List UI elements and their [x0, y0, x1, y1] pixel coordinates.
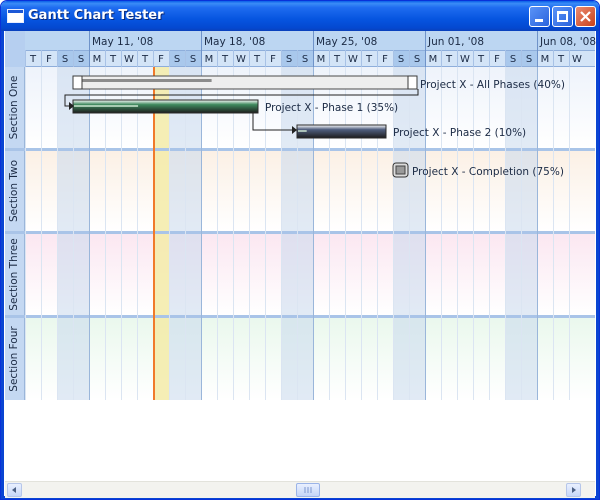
scrollbar-thumb[interactable]: [296, 483, 320, 497]
day-label: T: [445, 54, 453, 65]
week-label: Jun 08, '08: [539, 36, 596, 48]
day-label: M: [205, 54, 214, 65]
task-progress: [74, 105, 139, 107]
day-label: T: [557, 54, 565, 65]
summary-start-handle[interactable]: [72, 75, 83, 90]
section-label: Section Four: [8, 326, 20, 392]
day-label: W: [124, 54, 134, 65]
summary-end-handle[interactable]: [407, 75, 418, 90]
day-label: M: [317, 54, 326, 65]
summary-bar[interactable]: [72, 75, 418, 90]
day-label: S: [190, 54, 196, 65]
day-label: F: [46, 54, 52, 65]
week-label: May 25, '08: [316, 36, 377, 48]
day-label: S: [174, 54, 180, 65]
day-label: F: [158, 54, 164, 65]
day-label: F: [382, 54, 388, 65]
day-label: F: [270, 54, 276, 65]
header-corner: [5, 31, 25, 67]
day-label: S: [286, 54, 292, 65]
week-label: May 18, '08: [204, 36, 265, 48]
milestone-inner: [395, 165, 406, 175]
day-label: S: [526, 54, 532, 65]
task-progress: [298, 130, 307, 132]
app-window: Gantt Chart Tester TFSSMTWTFSSMTWTFSSMTW…: [0, 0, 600, 500]
task-label: Project X - Phase 1 (35%): [265, 102, 398, 114]
section-divider: [5, 231, 595, 234]
milestone-label: Project X - Completion (75%): [412, 166, 564, 178]
day-label: T: [333, 54, 341, 65]
summary-task-label: Project X - All Phases (40%): [420, 79, 565, 91]
scroll-left-button[interactable]: [7, 483, 22, 497]
section-label: Section Two: [8, 160, 20, 222]
scroll-left-icon: [12, 487, 16, 493]
grip-icon: [304, 487, 312, 493]
day-label: S: [398, 54, 404, 65]
day-label: T: [477, 54, 485, 65]
week-label: Jun 01, '08: [427, 36, 484, 48]
summary-progress: [78, 79, 212, 82]
day-label: M: [541, 54, 550, 65]
day-label: W: [348, 54, 358, 65]
section-divider: [5, 148, 595, 151]
day-label: S: [414, 54, 420, 65]
horizontal-scrollbar[interactable]: [5, 481, 595, 498]
day-label: T: [365, 54, 373, 65]
section-divider: [5, 315, 595, 318]
task-bar[interactable]: [296, 124, 387, 139]
scroll-right-icon: [572, 487, 576, 493]
section-label: Section One: [8, 76, 20, 140]
day-label: T: [221, 54, 229, 65]
task-label: Project X - Phase 2 (10%): [393, 127, 526, 139]
day-label: W: [236, 54, 246, 65]
day-label: T: [141, 54, 149, 65]
day-label: T: [109, 54, 117, 65]
gantt-chart[interactable]: T F S S M T W T F S S M T W T F S S M T W T F S S M T W T F S S M T WMay 1…: [1, 1, 599, 499]
scroll-right-button[interactable]: [566, 483, 581, 497]
day-label: S: [78, 54, 84, 65]
day-label: S: [62, 54, 68, 65]
day-label: M: [93, 54, 102, 65]
day-label: T: [29, 54, 37, 65]
week-label: May 11, '08: [92, 36, 153, 48]
section-label: Section Three: [8, 238, 20, 310]
day-label: W: [572, 54, 582, 65]
day-label: S: [510, 54, 516, 65]
day-label: W: [460, 54, 470, 65]
day-label: M: [429, 54, 438, 65]
day-label: F: [494, 54, 500, 65]
day-label: S: [302, 54, 308, 65]
day-label: T: [253, 54, 261, 65]
